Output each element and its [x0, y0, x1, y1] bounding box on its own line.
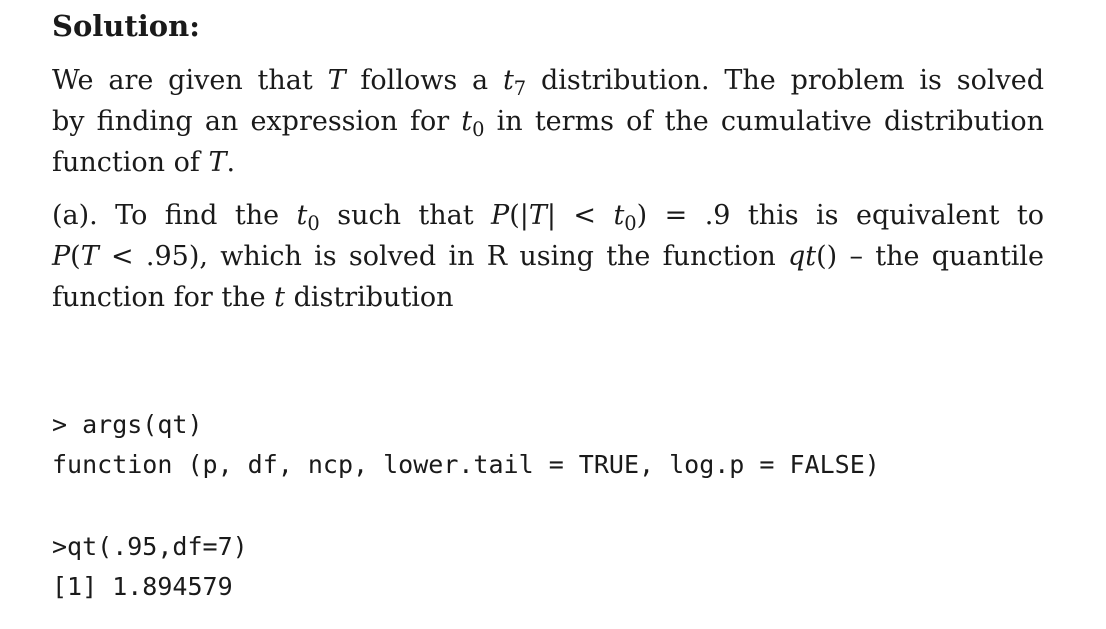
intro-line-1: We are given that T follows a t7 distrib… — [52, 65, 1044, 100]
intro-line-2: by finding an expression for t0 in terms… — [52, 106, 1045, 141]
part-a-paragraph: (a). To find the t0 such that P(|T| < t0… — [52, 195, 1044, 318]
code-line: > args(qt) — [52, 410, 203, 439]
code-line: >qt(.95,df=7) — [52, 532, 248, 561]
part-a-line-3: function for the t distribution — [52, 282, 454, 313]
code-line: function (p, df, ncp, lower.tail = TRUE,… — [52, 450, 880, 479]
code-block-qt: >qt(.95,df=7) [1] 1.894579 — [52, 527, 248, 607]
part-a-line-2: P(T < .95), which is solved in R using t… — [52, 241, 1044, 272]
intro-line-3: function of T. — [52, 147, 236, 178]
intro-paragraph: We are given that T follows a t7 distrib… — [52, 60, 1044, 183]
code-block-args: > args(qt) function (p, df, ncp, lower.ta… — [52, 405, 880, 485]
code-output: [1] 1.894579 — [52, 572, 233, 601]
part-a-line-1: (a). To find the t0 such that P(|T| < t0… — [52, 200, 1044, 235]
solution-heading: Solution: — [52, 9, 200, 43]
